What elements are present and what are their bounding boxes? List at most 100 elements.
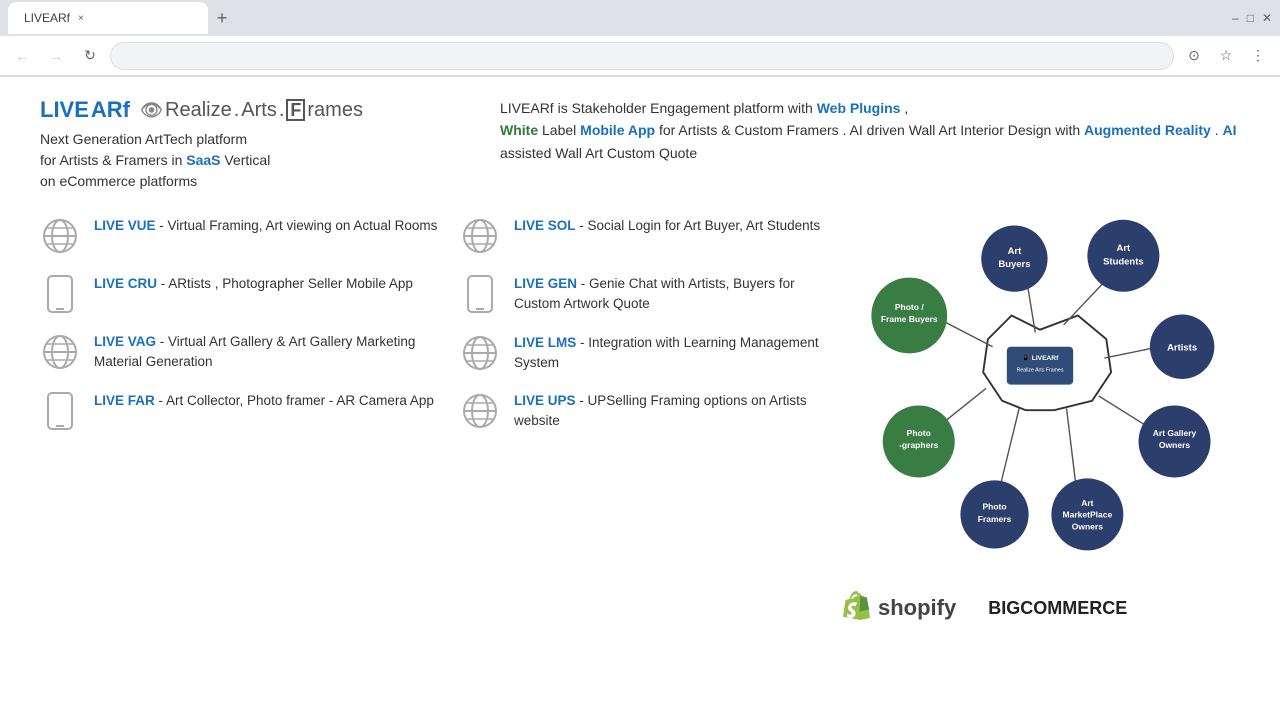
svg-text:Artists: Artists: [1167, 343, 1197, 354]
subtitle-line1: Next Generation ArtTech platform: [40, 131, 247, 147]
more-menu-icon[interactable]: ⋮: [1244, 42, 1272, 70]
desc-web-plugins: Web Plugins: [817, 100, 901, 116]
feature-vag-icon: [40, 332, 80, 372]
feature-sol-icon: [460, 216, 500, 256]
maximize-button[interactable]: □: [1247, 11, 1254, 25]
globe-icon-vue: [41, 217, 79, 255]
desc-label: Label: [538, 122, 580, 138]
shopify-text: shopify: [878, 595, 956, 621]
mobile-icon-cru: [44, 274, 76, 314]
feature-far-text: LIVE FAR - Art Collector, Photo framer -…: [94, 391, 434, 411]
features-section: LIVE VUE - Virtual Framing, Art viewing …: [40, 216, 1240, 586]
desc-dot: .: [1211, 122, 1223, 138]
logo-arts: Arts: [241, 99, 277, 122]
svg-text:Students: Students: [1103, 256, 1144, 267]
bigcommerce-logo: 𝉒 BIGCOMMERCE: [986, 594, 1127, 622]
close-window-button[interactable]: ✕: [1262, 11, 1272, 25]
feature-vue-desc: - Virtual Framing, Art viewing on Actual…: [156, 218, 438, 233]
star-icon[interactable]: ☆: [1212, 42, 1240, 70]
active-tab[interactable]: LIVEARf ×: [8, 2, 208, 34]
header-section: LIVEARf 👁 Realize . Arts . Frames Next G…: [40, 97, 1240, 192]
account-icon[interactable]: ⊙: [1180, 42, 1208, 70]
feature-far-icon: [40, 391, 80, 431]
feature-lms-icon: [460, 333, 500, 373]
feature-far: LIVE FAR - Art Collector, Photo framer -…: [40, 391, 460, 431]
desc-comma: ,: [900, 100, 908, 116]
svg-text:Owners: Owners: [1159, 440, 1190, 450]
subtitle-vertical: Vertical: [221, 152, 271, 168]
features-right: LIVE SOL - Social Login for Art Buyer, A…: [460, 216, 840, 586]
feature-cru-text: LIVE CRU - ARtists , Photographer Seller…: [94, 274, 413, 294]
feature-lms: LIVE LMS - Integration with Learning Man…: [460, 333, 840, 374]
mobile-icon-gen: [464, 274, 496, 314]
logo-arf: ARf: [91, 97, 130, 123]
feature-sol-text: LIVE SOL - Social Login for Art Buyer, A…: [514, 216, 820, 236]
forward-button[interactable]: →: [42, 42, 70, 70]
logo-live: LIVE: [40, 97, 89, 123]
desc-white: White: [500, 122, 538, 138]
feature-lms-name: LIVE LMS: [514, 335, 576, 350]
feature-gen-name: LIVE GEN: [514, 276, 577, 291]
logo-text: LIVEARf 👁 Realize . Arts . Frames: [40, 97, 460, 123]
diagram-area: 📱 LIVEARf Realize Arts Frames: [840, 206, 1240, 586]
feature-sol-desc: - Social Login for Art Buyer, Art Studen…: [576, 218, 821, 233]
desc-ai: AI: [1223, 122, 1237, 138]
svg-text:Art Gallery: Art Gallery: [1153, 428, 1197, 438]
logo-subtitle: Next Generation ArtTech platform for Art…: [40, 129, 460, 192]
feature-vue-text: LIVE VUE - Virtual Framing, Art viewing …: [94, 216, 437, 236]
logo-box-f: F: [286, 99, 305, 121]
svg-text:-graphers: -graphers: [899, 440, 939, 450]
nav-bar: ← → ↻ ⊙ ☆ ⋮: [0, 36, 1280, 76]
back-button[interactable]: ←: [8, 42, 36, 70]
tab-close-button[interactable]: ×: [78, 13, 84, 24]
shopify-icon: [840, 590, 872, 626]
feature-vag-name: LIVE VAG: [94, 334, 156, 349]
svg-text:Photo: Photo: [907, 428, 931, 438]
feature-vue-name: LIVE VUE: [94, 218, 156, 233]
mobile-icon-far: [44, 391, 76, 431]
globe-icon-sol: [461, 217, 499, 255]
feature-cru: LIVE CRU - ARtists , Photographer Seller…: [40, 274, 460, 314]
feature-cru-name: LIVE CRU: [94, 276, 157, 291]
desc-end: assisted Wall Art Custom Quote: [500, 145, 697, 161]
feature-sol: LIVE SOL - Social Login for Art Buyer, A…: [460, 216, 840, 256]
globe-icon-lms: [461, 334, 499, 372]
svg-text:Buyers: Buyers: [998, 259, 1030, 270]
tab-title: LIVEARf: [24, 11, 70, 25]
svg-text:Photo /: Photo /: [895, 302, 924, 312]
logo-frames-rest: rames: [307, 99, 363, 122]
address-bar[interactable]: [110, 42, 1174, 70]
svg-text:Art: Art: [1081, 498, 1093, 508]
globe-icon-vag: [41, 333, 79, 371]
svg-text:Art: Art: [1008, 246, 1023, 257]
feature-cru-desc: - ARtists , Photographer Seller Mobile A…: [157, 276, 413, 291]
reload-button[interactable]: ↻: [76, 42, 104, 70]
logo-area: LIVEARf 👁 Realize . Arts . Frames Next G…: [40, 97, 460, 192]
svg-text:MarketPlace: MarketPlace: [1063, 509, 1113, 519]
desc-ar: Augmented Reality: [1084, 122, 1211, 138]
svg-text:Framers: Framers: [978, 514, 1012, 524]
new-tab-button[interactable]: +: [208, 4, 236, 32]
feature-ups: LIVE UPS - UPSelling Framing options on …: [460, 391, 840, 432]
features-left: LIVE VUE - Virtual Framing, Art viewing …: [40, 216, 460, 586]
feature-ups-name: LIVE UPS: [514, 393, 576, 408]
desc-mid: for Artists & Custom Framers . AI driven…: [655, 122, 1084, 138]
svg-text:Owners: Owners: [1072, 522, 1103, 532]
minimize-button[interactable]: –: [1232, 11, 1239, 25]
browser-chrome: LIVEARf × + – □ ✕ ← → ↻ ⊙ ☆ ⋮: [0, 0, 1280, 77]
description-area: LIVEARf is Stakeholder Engagement platfo…: [500, 97, 1240, 192]
feature-vag-text: LIVE VAG - Virtual Art Gallery & Art Gal…: [94, 332, 460, 373]
shopify-logo: shopify: [840, 590, 956, 626]
svg-text:Realize Arts Frames: Realize Arts Frames: [1017, 367, 1064, 373]
stakeholder-diagram: 📱 LIVEARf Realize Arts Frames: [860, 206, 1220, 586]
desc-mobile-app: Mobile App: [580, 122, 655, 138]
feature-ups-text: LIVE UPS - UPSelling Framing options on …: [514, 391, 840, 432]
feature-gen: LIVE GEN - Genie Chat with Artists, Buye…: [460, 274, 840, 315]
feature-cru-icon: [40, 274, 80, 314]
feature-ups-icon: [460, 391, 500, 431]
feature-vag: LIVE VAG - Virtual Art Gallery & Art Gal…: [40, 332, 460, 373]
feature-sol-name: LIVE SOL: [514, 218, 576, 233]
feature-lms-text: LIVE LMS - Integration with Learning Man…: [514, 333, 840, 374]
platform-logos: shopify 𝉒 BIGCOMMERCE: [840, 590, 1240, 626]
subtitle-line3: on eCommerce platforms: [40, 173, 197, 189]
